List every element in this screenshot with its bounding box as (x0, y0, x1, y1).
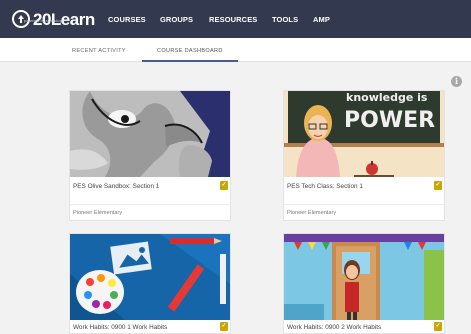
tab-course-dashboard[interactable]: COURSE DASHBOARD (157, 48, 223, 54)
course-school: Pioneer Elementary (287, 210, 337, 216)
teacher-chalkboard-icon: knowledge is POWER (284, 91, 444, 177)
course-card-image (70, 234, 230, 320)
nav-resources[interactable]: RESOURCES (209, 15, 257, 24)
course-title[interactable]: PES Olive Sandbox: Section 1 (73, 183, 159, 190)
top-navigation: 20Learn powered by schoology COURSES GRO… (0, 0, 471, 38)
cartoon-character-icon (70, 91, 230, 177)
active-tab-indicator (142, 60, 238, 62)
classroom-door-icon (284, 234, 444, 320)
art-supplies-icon (70, 234, 230, 320)
nav-courses[interactable]: COURSES (108, 15, 146, 24)
course-card-image (70, 91, 230, 177)
course-title[interactable]: Work Habits: 0900 2 Work Habits (287, 324, 381, 331)
course-card[interactable]: PES Olive Sandbox: Section 1 ✓ Pioneer E… (69, 90, 231, 221)
tab-bar: RECENT ACTIVITY COURSE DASHBOARD (0, 38, 471, 62)
course-badge-icon: ✓ (434, 181, 442, 190)
tab-recent-activity[interactable]: RECENT ACTIVITY (72, 48, 126, 54)
course-title[interactable]: PES Tech Class: Section 1 (287, 183, 363, 190)
course-badge-icon: ✓ (434, 322, 442, 331)
course-card[interactable]: Work Habits: 0900 2 Work Habits ✓ (283, 233, 445, 334)
course-title[interactable]: Work Habits: 0900 1 Work Habits (73, 324, 167, 331)
card-divider (70, 204, 230, 205)
chalkboard-text-power: POWER (344, 108, 435, 133)
course-card[interactable]: knowledge is POWER PES Tech Class: Secti… (283, 90, 445, 221)
nav-groups[interactable]: GROUPS (160, 15, 193, 24)
course-card-image (284, 234, 444, 320)
card-divider (284, 204, 444, 205)
chalkboard-text-top: knowledge is (346, 91, 428, 104)
info-icon[interactable]: i (451, 76, 462, 87)
course-card-image: knowledge is POWER (284, 91, 444, 177)
logo-subtitle: powered by schoology (24, 18, 64, 23)
course-school: Pioneer Elementary (73, 210, 123, 216)
course-badge-icon: ✓ (220, 181, 228, 190)
nav-amp[interactable]: AMP (313, 15, 330, 24)
course-card[interactable]: Work Habits: 0900 1 Work Habits ✓ (69, 233, 231, 334)
nav-tools[interactable]: TOOLS (272, 15, 298, 24)
course-badge-icon: ✓ (220, 322, 228, 331)
